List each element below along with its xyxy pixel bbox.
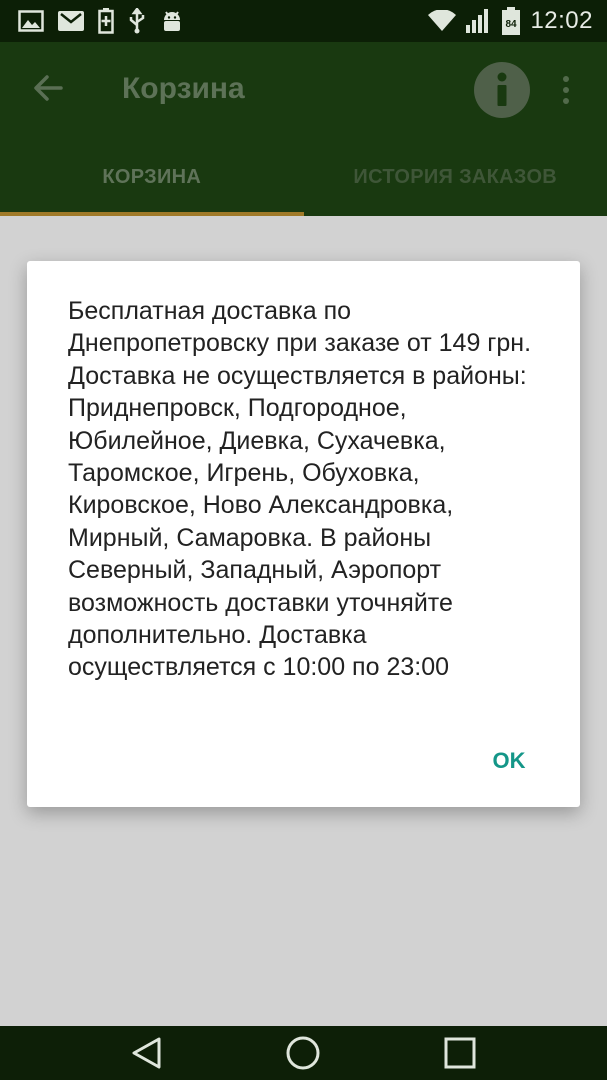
- notification-icons: [18, 8, 184, 34]
- back-button[interactable]: [24, 64, 72, 112]
- nav-home-button[interactable]: [285, 1035, 321, 1071]
- status-time: 12:02: [530, 7, 593, 34]
- android-debug-icon: [160, 9, 184, 33]
- usb-icon: [128, 8, 146, 34]
- more-vert-icon: [563, 76, 569, 82]
- status-bar: 84 12:02: [0, 0, 607, 42]
- info-button[interactable]: [474, 62, 530, 118]
- more-options-button[interactable]: [550, 68, 582, 112]
- tab-cart-label: КОРЗИНА: [102, 165, 202, 188]
- navigation-bar: [0, 1026, 607, 1080]
- gmail-icon: [58, 11, 84, 31]
- dialog-message: Бесплатная доставка по Днепропетровску п…: [68, 297, 532, 682]
- app-bar: Корзина КОРЗИНА ИСТОРИЯ ЗАКАЗОВ: [0, 42, 607, 216]
- image-icon: [18, 10, 44, 32]
- tab-order-history-label: ИСТОРИЯ ЗАКАЗОВ: [353, 165, 558, 188]
- battery-saver-icon: [98, 8, 114, 34]
- battery-icon: 84: [502, 7, 521, 35]
- tab-bar: КОРЗИНА ИСТОРИЯ ЗАКАЗОВ: [0, 138, 607, 216]
- page-title: Корзина: [122, 72, 245, 105]
- wifi-icon: [428, 10, 457, 32]
- nav-back-button[interactable]: [128, 1035, 164, 1071]
- ok-button[interactable]: OK: [479, 741, 539, 781]
- arrow-back-icon: [34, 75, 63, 101]
- back-triangle-icon: [132, 1037, 161, 1069]
- tab-order-history[interactable]: ИСТОРИЯ ЗАКАЗОВ: [304, 138, 607, 216]
- battery-level: 84: [506, 19, 518, 30]
- toolbar: Корзина: [0, 42, 607, 138]
- delivery-info-dialog: Бесплатная доставка по Днепропетровску п…: [27, 261, 580, 807]
- nav-recents-button[interactable]: [442, 1035, 478, 1071]
- signal-icon: [466, 9, 492, 33]
- tab-cart[interactable]: КОРЗИНА: [0, 138, 304, 216]
- recents-square-icon: [444, 1037, 476, 1069]
- info-icon: [497, 72, 507, 106]
- home-circle-icon: [286, 1036, 320, 1070]
- system-icons: 84 12:02: [428, 7, 593, 35]
